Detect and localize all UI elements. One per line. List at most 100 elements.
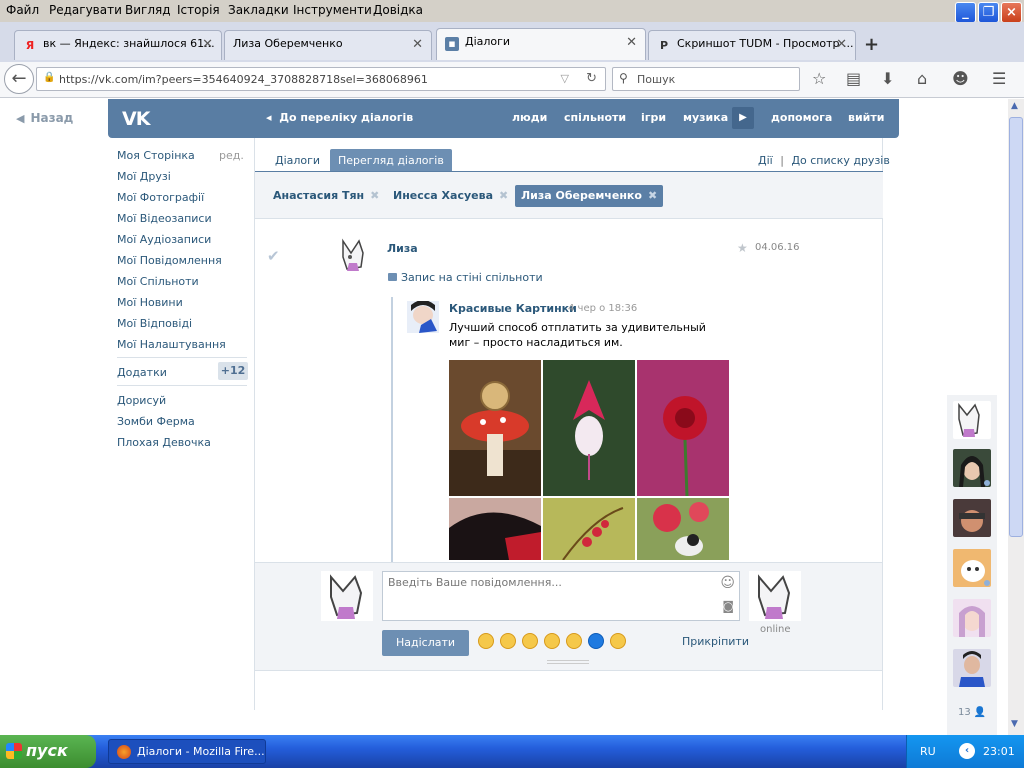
to-friends-link[interactable]: До списку друзів	[791, 154, 889, 167]
chip-anastasia[interactable]: Анастасия Тян ✖	[267, 185, 385, 207]
download-icon[interactable]: ⬇	[881, 69, 894, 88]
chip-inessa[interactable]: Инесса Хасуева ✖	[387, 185, 514, 207]
reading-list-icon[interactable]: ▤	[846, 69, 861, 88]
sender-name[interactable]: Лиза	[387, 242, 418, 255]
post-author[interactable]: Красивые Картинки	[449, 302, 577, 315]
tab-liza[interactable]: Лиза Оберемченко ✕	[224, 30, 432, 60]
close-tab-icon[interactable]: ✕	[836, 37, 847, 52]
nav-people[interactable]: люди	[512, 111, 547, 124]
tab-yandex[interactable]: Явк — Яндекс: знайшлося 61... ✕	[14, 30, 222, 60]
emoji-smile-icon[interactable]	[500, 633, 516, 649]
emoji-think-icon[interactable]	[566, 633, 582, 649]
friend-avatar[interactable]	[953, 649, 991, 687]
community-avatar[interactable]	[407, 301, 439, 333]
menu-file[interactable]: Файл	[6, 3, 39, 17]
tab-screenshot[interactable]: P Скриншот TUDM - Просмотр ... ✕	[648, 30, 856, 60]
menu-bookmarks[interactable]: Закладки	[228, 3, 289, 17]
actions-link[interactable]: Дії	[758, 154, 773, 167]
menu-edit[interactable]: Редагувати	[49, 3, 122, 17]
menu-view[interactable]: Вигляд	[125, 3, 171, 17]
close-window-button[interactable]: ×	[1001, 2, 1022, 23]
back-to-dialogs-link[interactable]: ◂ До переліку діалогів	[266, 111, 413, 124]
close-chip-icon[interactable]: ✖	[648, 189, 657, 202]
menu-tools[interactable]: Інструменти	[293, 3, 372, 17]
scroll-down-icon[interactable]: ▼	[1011, 719, 1018, 729]
search-input[interactable]: ⚲ Пошук	[612, 67, 800, 91]
my-avatar[interactable]	[321, 571, 373, 621]
attach-link[interactable]: Прикріпити	[682, 635, 749, 648]
emoji-grin-icon[interactable]	[522, 633, 538, 649]
tray-expand-icon[interactable]: ‹	[959, 743, 975, 759]
tab-dialogs[interactable]: ▪ Діалоги ✕	[436, 28, 646, 60]
sidebar-item-my-page[interactable]: Моя Сторінка	[117, 149, 195, 162]
language-indicator[interactable]: RU	[920, 745, 936, 758]
close-tab-icon[interactable]: ✕	[412, 37, 423, 52]
menu-history[interactable]: Історія	[177, 3, 220, 17]
sidebar-item-audio[interactable]: Мої Аудіозаписи	[117, 233, 211, 246]
scroll-thumb[interactable]	[1009, 117, 1023, 537]
photo-fuchsia[interactable]	[543, 360, 635, 496]
photo-snail-mushroom[interactable]	[449, 360, 541, 496]
emoji-sweat-icon[interactable]	[544, 633, 560, 649]
wall-post-label[interactable]: Запис на стіні спільноти	[401, 271, 543, 284]
nav-music[interactable]: музика	[683, 111, 728, 124]
close-tab-icon[interactable]: ✕	[202, 37, 213, 52]
sidebar-item-apps[interactable]: Додатки	[117, 366, 167, 379]
tab-dialog-view[interactable]: Перегляд діалогів	[330, 149, 452, 171]
sidebar-item-messages[interactable]: Мої Повідомлення	[117, 254, 222, 267]
play-icon[interactable]: ▶	[732, 107, 754, 129]
sidebar-item-app-zombie-farm[interactable]: Зомби Ферма	[117, 415, 195, 428]
menu-help[interactable]: Довідка	[373, 3, 423, 17]
star-icon[interactable]: ★	[737, 241, 748, 255]
friend-avatar[interactable]	[953, 499, 991, 537]
close-chip-icon[interactable]: ✖	[370, 189, 379, 202]
new-tab-icon[interactable]: +	[864, 34, 879, 55]
friend-avatar[interactable]	[953, 599, 991, 637]
friend-avatar[interactable]	[953, 549, 991, 587]
home-icon[interactable]: ⌂	[917, 69, 927, 88]
emoji-smirk-icon[interactable]	[478, 633, 494, 649]
photo-bird-flowers[interactable]	[637, 498, 729, 560]
nav-help[interactable]: допомога	[771, 111, 832, 124]
chip-liza[interactable]: Лиза Оберемченко ✖	[515, 185, 664, 207]
message-input[interactable]: Введіть Ваше повідомлення... ☺ ◙	[382, 571, 740, 621]
minimize-button[interactable]: _	[955, 2, 976, 23]
sidebar-item-videos[interactable]: Мої Відеозаписи	[117, 212, 212, 225]
photo-bleeding-heart[interactable]	[543, 498, 635, 560]
start-button[interactable]: пуск	[0, 735, 96, 768]
vertical-scrollbar[interactable]: ▲ ▼	[1008, 99, 1024, 735]
photo-red-flower[interactable]	[637, 360, 729, 496]
close-tab-icon[interactable]: ✕	[626, 35, 637, 50]
nav-logout[interactable]: вийти	[848, 111, 884, 124]
nav-communities[interactable]: спільноти	[564, 111, 626, 124]
taskbar-firefox[interactable]: Діалоги - Mozilla Fire...	[108, 739, 266, 764]
photo-butterfly[interactable]	[449, 498, 541, 560]
emoji-blue-circle-icon[interactable]	[588, 633, 604, 649]
online-friends-count[interactable]: 13 👤	[958, 707, 986, 718]
sidebar-item-friends[interactable]: Мої Друзі	[117, 170, 171, 183]
partner-avatar[interactable]	[749, 571, 801, 621]
scroll-up-icon[interactable]: ▲	[1011, 101, 1018, 111]
sidebar-item-replies[interactable]: Мої Відповіді	[117, 317, 192, 330]
nav-games[interactable]: ігри	[641, 111, 666, 124]
edit-link[interactable]: ред.	[219, 149, 244, 162]
restore-button[interactable]: ❐	[978, 2, 999, 23]
bookmark-star-icon[interactable]: ☆	[812, 69, 826, 88]
browser-back-icon[interactable]: ←	[4, 64, 34, 94]
friend-avatar[interactable]	[953, 449, 991, 487]
sidebar-item-app-dorisuy[interactable]: Дорисуй	[117, 394, 166, 407]
dropdown-icon[interactable]: ▽	[561, 72, 569, 85]
sidebar-item-photos[interactable]: Мої Фотографії	[117, 191, 204, 204]
emoji-icon[interactable]: ☺	[720, 575, 735, 591]
camera-icon[interactable]: ◙	[722, 599, 734, 613]
vk-back-link[interactable]: ◀ Назад	[16, 111, 73, 125]
close-chip-icon[interactable]: ✖	[499, 189, 508, 202]
vk-logo-icon[interactable]: VK	[122, 108, 150, 130]
sidebar-item-settings[interactable]: Мої Налаштування	[117, 338, 226, 351]
smiley-icon[interactable]: ☻	[952, 69, 969, 88]
url-bar[interactable]: 🔒 https://vk.com/im?peers=354640924_3708…	[36, 67, 606, 91]
hamburger-menu-icon[interactable]: ☰	[992, 69, 1006, 88]
reload-icon[interactable]: ↻	[586, 71, 597, 86]
sidebar-item-app-bad-girl[interactable]: Плохая Девочка	[117, 436, 211, 449]
post-time[interactable]: 4 чер о 18:36	[568, 303, 637, 314]
